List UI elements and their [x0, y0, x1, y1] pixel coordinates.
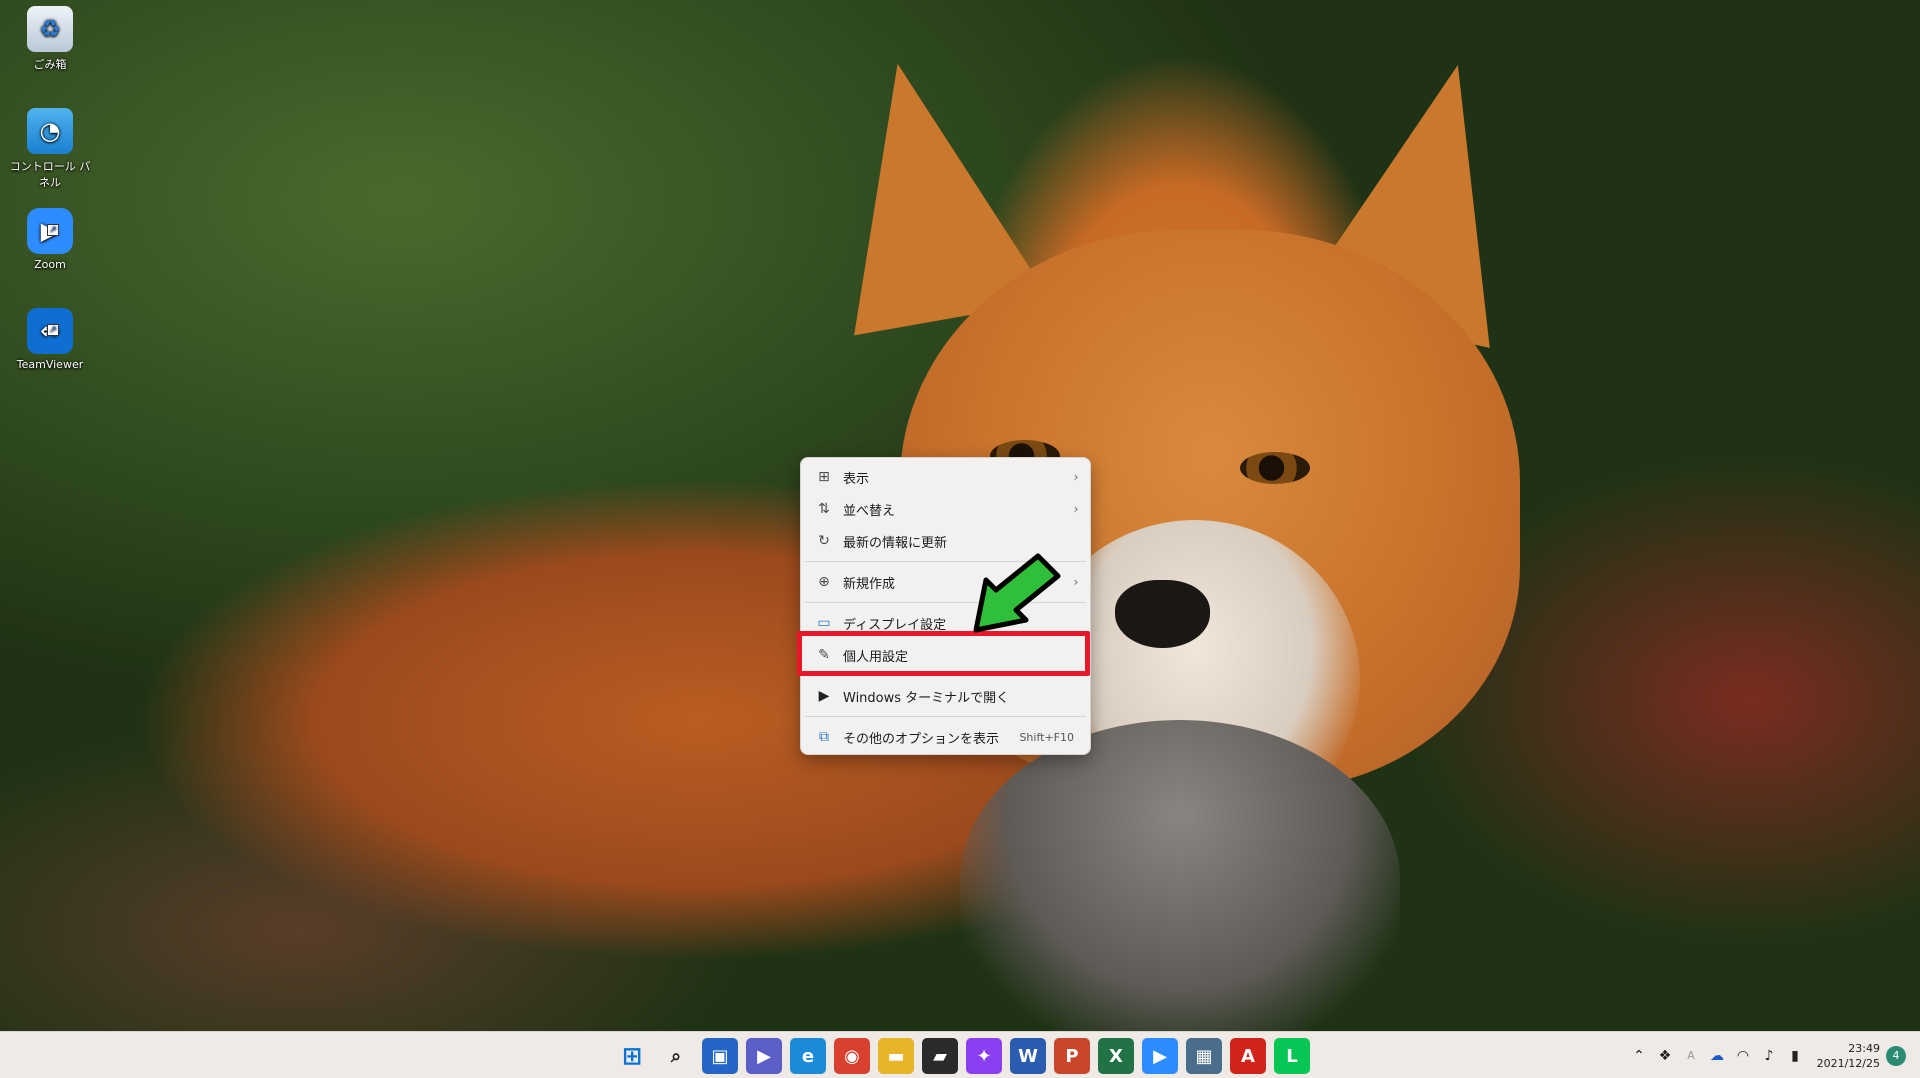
wallpaper-fox-chest: [960, 720, 1400, 1031]
acrobat-button[interactable]: A: [1230, 1038, 1266, 1074]
sticky-notes-button[interactable]: ▰: [922, 1038, 958, 1074]
shortcut-label: Shift+F10: [1019, 730, 1074, 744]
start-button[interactable]: ⊞: [614, 1038, 650, 1074]
shortcut-arrow-icon: ↗: [47, 324, 59, 336]
teamviewer-icon: ⇔↗: [27, 308, 73, 354]
onedrive-icon[interactable]: ☁: [1704, 1048, 1730, 1064]
wallpaper-fox-eye: [1240, 452, 1310, 484]
edge-icon: e: [801, 1045, 815, 1067]
desktop-icon-label: コントロール パネル: [9, 160, 91, 189]
wallpaper-fox-nose: [1115, 580, 1210, 648]
clock[interactable]: 23:49 2021/12/25: [1808, 1041, 1886, 1071]
menu-item-sort[interactable]: ⇅ 並べ替え ›: [805, 493, 1086, 525]
volume-icon[interactable]: ♪: [1756, 1048, 1782, 1064]
word-button[interactable]: W: [1010, 1038, 1046, 1074]
chat-icon: ▶: [757, 1045, 771, 1067]
refresh-icon: ↻: [818, 533, 830, 549]
desktop-icon-label: TeamViewer: [16, 358, 84, 371]
taskbar: ⊞ ⌕ ▣ ▶ e ◉ ▬ ▰ ✦ W P X ▶ ▦ A L ⌃ ❖ A ☁ ◠ ♪ ▮ 23:49 202…: [0, 1031, 1920, 1078]
chevron-right-icon: ›: [1073, 470, 1079, 484]
brush-icon: ✎: [818, 647, 830, 663]
powerpoint-button[interactable]: P: [1054, 1038, 1090, 1074]
chrome-icon: ◉: [844, 1045, 860, 1067]
clock-time: 23:49: [1848, 1041, 1880, 1055]
task-view-button[interactable]: ▣: [702, 1038, 738, 1074]
sort-icon: ⇅: [818, 501, 830, 517]
menu-item-personalize[interactable]: ✎ 個人用設定: [805, 639, 1086, 671]
recycle-bin-icon: ♻: [27, 6, 73, 52]
clock-date: 2021/12/25: [1816, 1056, 1880, 1070]
powerpoint-icon: P: [1065, 1045, 1079, 1067]
desktop-icon-label: ごみ箱: [33, 58, 67, 71]
zoom-icon: ▶↗: [27, 208, 73, 254]
line-button[interactable]: L: [1274, 1038, 1310, 1074]
battery-icon[interactable]: ▮: [1782, 1048, 1808, 1064]
chrome-button[interactable]: ◉: [834, 1038, 870, 1074]
menu-item-open-terminal[interactable]: ▶ Windows ターミナルで開く: [805, 680, 1086, 712]
desktop-icon-control-panel[interactable]: ◔ コントロール パネル: [6, 108, 94, 190]
terminal-icon: ▶: [818, 688, 830, 704]
taskbar-apps: ⊞ ⌕ ▣ ▶ e ◉ ▬ ▰ ✦ W P X ▶ ▦ A L: [614, 1038, 1310, 1074]
edge-button[interactable]: e: [790, 1038, 826, 1074]
display-icon: ▭: [817, 615, 831, 631]
file-explorer-button[interactable]: ▬: [878, 1038, 914, 1074]
line-icon: L: [1286, 1045, 1298, 1067]
sticky-notes-icon: ▰: [933, 1045, 947, 1067]
excel-icon: X: [1109, 1045, 1123, 1067]
system-tray: ⌃ ❖ A ☁ ◠ ♪ ▮ 23:49 2021/12/25 4: [1626, 1032, 1920, 1078]
plus-circle-icon: ⊕: [818, 574, 830, 590]
menu-item-more-options[interactable]: ⧉ その他のオプションを表示 Shift+F10: [805, 721, 1086, 753]
wifi-icon[interactable]: ◠: [1730, 1048, 1756, 1064]
messenger-button[interactable]: ✦: [966, 1038, 1002, 1074]
chat-button[interactable]: ▶: [746, 1038, 782, 1074]
desktop-icon-zoom[interactable]: ▶↗ Zoom: [6, 208, 94, 271]
menu-separator: [805, 716, 1086, 717]
green-arrow-annotation: [973, 553, 1061, 633]
word-icon: W: [1018, 1045, 1038, 1067]
more-options-icon: ⧉: [819, 729, 829, 745]
zoom-button[interactable]: ▶: [1142, 1038, 1178, 1074]
menu-item-view[interactable]: ⊞ 表示 ›: [805, 461, 1086, 493]
calculator-icon: ▦: [1195, 1045, 1213, 1067]
ime-indicator[interactable]: A: [1678, 1049, 1704, 1062]
desktop-icon-recycle-bin[interactable]: ♻ ごみ箱: [6, 6, 94, 72]
messenger-icon: ✦: [976, 1045, 992, 1067]
shortcut-arrow-icon: ↗: [47, 224, 59, 236]
chevron-right-icon: ›: [1073, 502, 1079, 516]
zoom-icon: ▶: [1153, 1045, 1167, 1067]
calculator-button[interactable]: ▦: [1186, 1038, 1222, 1074]
search-button[interactable]: ⌕: [658, 1038, 694, 1074]
grid-icon: ⊞: [818, 469, 830, 485]
chevron-up-icon[interactable]: ⌃: [1626, 1048, 1652, 1064]
notification-badge[interactable]: 4: [1886, 1045, 1906, 1066]
menu-separator: [805, 675, 1086, 676]
dropbox-icon[interactable]: ❖: [1652, 1048, 1678, 1064]
desktop-icon-label: Zoom: [34, 258, 66, 271]
start-icon: ⊞: [621, 1042, 643, 1070]
search-icon: ⌕: [670, 1045, 682, 1067]
control-panel-icon: ◔: [27, 108, 73, 154]
excel-button[interactable]: X: [1098, 1038, 1134, 1074]
desktop-icon-teamviewer[interactable]: ⇔↗ TeamViewer: [6, 308, 94, 371]
file-explorer-icon: ▬: [887, 1045, 905, 1067]
acrobat-icon: A: [1241, 1045, 1255, 1067]
task-view-icon: ▣: [711, 1045, 729, 1067]
